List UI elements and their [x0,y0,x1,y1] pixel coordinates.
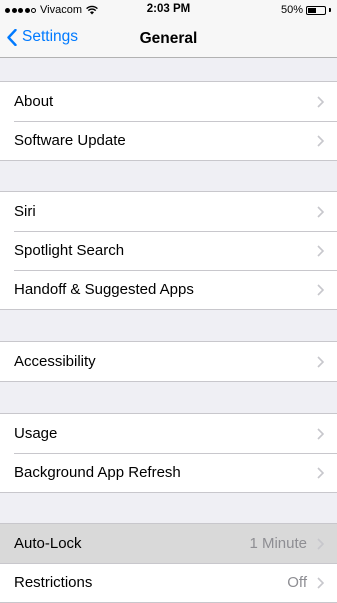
row-label: About [14,93,54,110]
row-value: Off [287,574,307,591]
row-label: Siri [14,203,36,220]
chevron-right-icon [317,284,324,296]
row-label: Accessibility [14,353,96,370]
row-label: Usage [14,425,58,442]
chevron-right-icon [317,538,324,550]
settings-row-auto-lock[interactable]: Auto-Lock 1 Minute [0,524,337,563]
chevron-right-icon [317,206,324,218]
chevron-right-icon [317,428,324,440]
settings-group-lock: Auto-Lock 1 Minute Restrictions Off [0,523,337,603]
row-label: Restrictions [14,574,93,591]
row-value: 1 Minute [249,535,307,552]
settings-row-background-app-refresh[interactable]: Background App Refresh [0,453,337,492]
battery-tip [329,8,331,12]
settings-row-siri[interactable]: Siri [0,192,337,231]
battery-percent: 50% [280,4,303,16]
status-right: 50% [281,4,331,16]
settings-group-usage: Usage Background App Refresh [0,413,337,493]
settings-row-handoff[interactable]: Handoff & Suggested Apps [0,270,337,309]
settings-row-spotlight-search[interactable]: Spotlight Search [0,231,337,270]
row-label: Background App Refresh [14,464,181,481]
settings-row-restrictions[interactable]: Restrictions Off [0,563,337,602]
settings-row-accessibility[interactable]: Accessibility [0,342,337,381]
chevron-right-icon [317,96,324,108]
row-label: Software Update [14,132,126,149]
battery-icon [306,5,326,15]
row-label: Auto-Lock [14,535,82,552]
chevron-right-icon [317,467,324,479]
chevron-right-icon [317,245,324,257]
settings-group-accessibility: Accessibility [0,341,337,382]
settings-group-info: About Software Update [0,81,337,161]
chevron-right-icon [317,135,324,147]
settings-row-software-update[interactable]: Software Update [0,121,337,160]
battery-fill [308,7,316,13]
row-label: Handoff & Suggested Apps [14,281,194,298]
settings-group-search: Siri Spotlight Search Handoff & Suggeste… [0,191,337,310]
row-label: Spotlight Search [14,242,125,259]
chevron-right-icon [317,356,324,368]
status-bar: Vivacom 2:03 PM 50% [0,0,337,20]
settings-row-about[interactable]: About [0,82,337,121]
settings-row-usage[interactable]: Usage [0,414,337,453]
navigation-bar: Settings General [0,20,337,58]
page-title: General [139,30,198,47]
chevron-right-icon [317,577,324,589]
